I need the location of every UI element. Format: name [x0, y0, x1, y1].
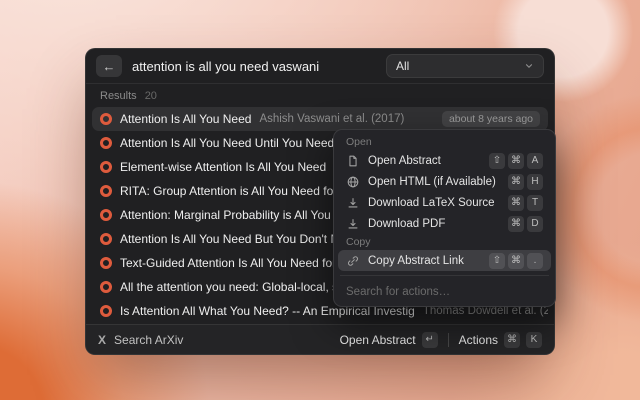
result-subtitle: Ashish Vaswani et al. (2017) — [259, 113, 404, 125]
cmd-key-icon: ⌘ — [504, 332, 520, 348]
action-open-abstract[interactable]: Open Abstract ⇧ ⌘ A — [338, 150, 551, 171]
filter-dropdown-value: All — [396, 59, 409, 73]
raycast-window: ← All Results 20 Attention Is All You Ne… — [85, 48, 555, 355]
shortcut-keys: ⌘ H — [508, 174, 543, 190]
actions-divider — [340, 275, 549, 276]
search-header: ← All — [86, 49, 554, 83]
window-footer: X Search ArXiv Open Abstract ↵ Actions ⌘… — [86, 324, 554, 354]
download-icon — [346, 196, 360, 210]
action-open-html[interactable]: Open HTML (if Available) ⌘ H — [338, 171, 551, 192]
arxiv-paper-icon — [100, 209, 112, 221]
actions-button[interactable]: Actions — [459, 333, 498, 347]
results-label: Results — [100, 90, 137, 105]
action-download-pdf[interactable]: Download PDF ⌘ D — [338, 213, 551, 234]
action-copy-abstract-link[interactable]: Copy Abstract Link ⇧ ⌘ . — [338, 250, 551, 271]
enter-key-icon: ↵ — [422, 332, 438, 348]
shortcut-keys: ⇧ ⌘ . — [489, 253, 543, 269]
result-title: Element-wise Attention Is All You Need — [120, 160, 326, 174]
filter-dropdown[interactable]: All — [386, 54, 544, 78]
shortcut-keys: ⌘ T — [508, 195, 543, 211]
result-row[interactable]: Attention Is All You Need Ashish Vaswani… — [92, 107, 548, 131]
back-button[interactable]: ← — [96, 55, 122, 77]
action-download-latex[interactable]: Download LaTeX Source ⌘ T — [338, 192, 551, 213]
chevron-down-icon — [524, 61, 534, 71]
result-title: Attention Is All You Need — [120, 112, 251, 126]
download-icon — [346, 217, 360, 231]
extension-name: Search ArXiv — [114, 333, 183, 347]
arxiv-paper-icon — [100, 281, 112, 293]
arxiv-paper-icon — [100, 113, 112, 125]
action-label: Download LaTeX Source — [368, 197, 495, 209]
document-icon — [346, 154, 360, 168]
footer-actions: Open Abstract ↵ Actions ⌘ K — [340, 332, 542, 348]
action-label: Open Abstract — [368, 155, 441, 167]
shortcut-keys: ⌘ D — [508, 216, 543, 232]
shortcut-keys: ⇧ ⌘ A — [489, 153, 543, 169]
link-icon — [346, 254, 360, 268]
primary-action-button[interactable]: Open Abstract — [340, 333, 416, 347]
arxiv-paper-icon — [100, 233, 112, 245]
arxiv-paper-icon — [100, 305, 112, 317]
actions-section-copy: Copy — [338, 234, 551, 250]
k-key-icon: K — [526, 332, 542, 348]
action-label: Open HTML (if Available) — [368, 176, 496, 188]
action-label: Download PDF — [368, 218, 445, 230]
search-input[interactable] — [132, 59, 376, 74]
arxiv-paper-icon — [100, 161, 112, 173]
arxiv-paper-icon — [100, 137, 112, 149]
result-age-badge: about 8 years ago — [442, 111, 540, 127]
actions-search-input[interactable] — [338, 280, 551, 302]
results-count: 20 — [145, 90, 157, 105]
footer-divider — [448, 333, 449, 347]
arxiv-paper-icon — [100, 185, 112, 197]
arxiv-paper-icon — [100, 257, 112, 269]
action-label: Copy Abstract Link — [368, 255, 464, 267]
actions-panel: Open Open Abstract ⇧ ⌘ A Open HTML (if A… — [333, 129, 556, 307]
globe-icon — [346, 175, 360, 189]
actions-search — [338, 280, 551, 302]
actions-section-open: Open — [338, 134, 551, 150]
back-arrow-icon: ← — [103, 59, 116, 74]
results-section-header: Results 20 — [86, 84, 554, 107]
arxiv-logo-icon: X — [98, 333, 106, 347]
